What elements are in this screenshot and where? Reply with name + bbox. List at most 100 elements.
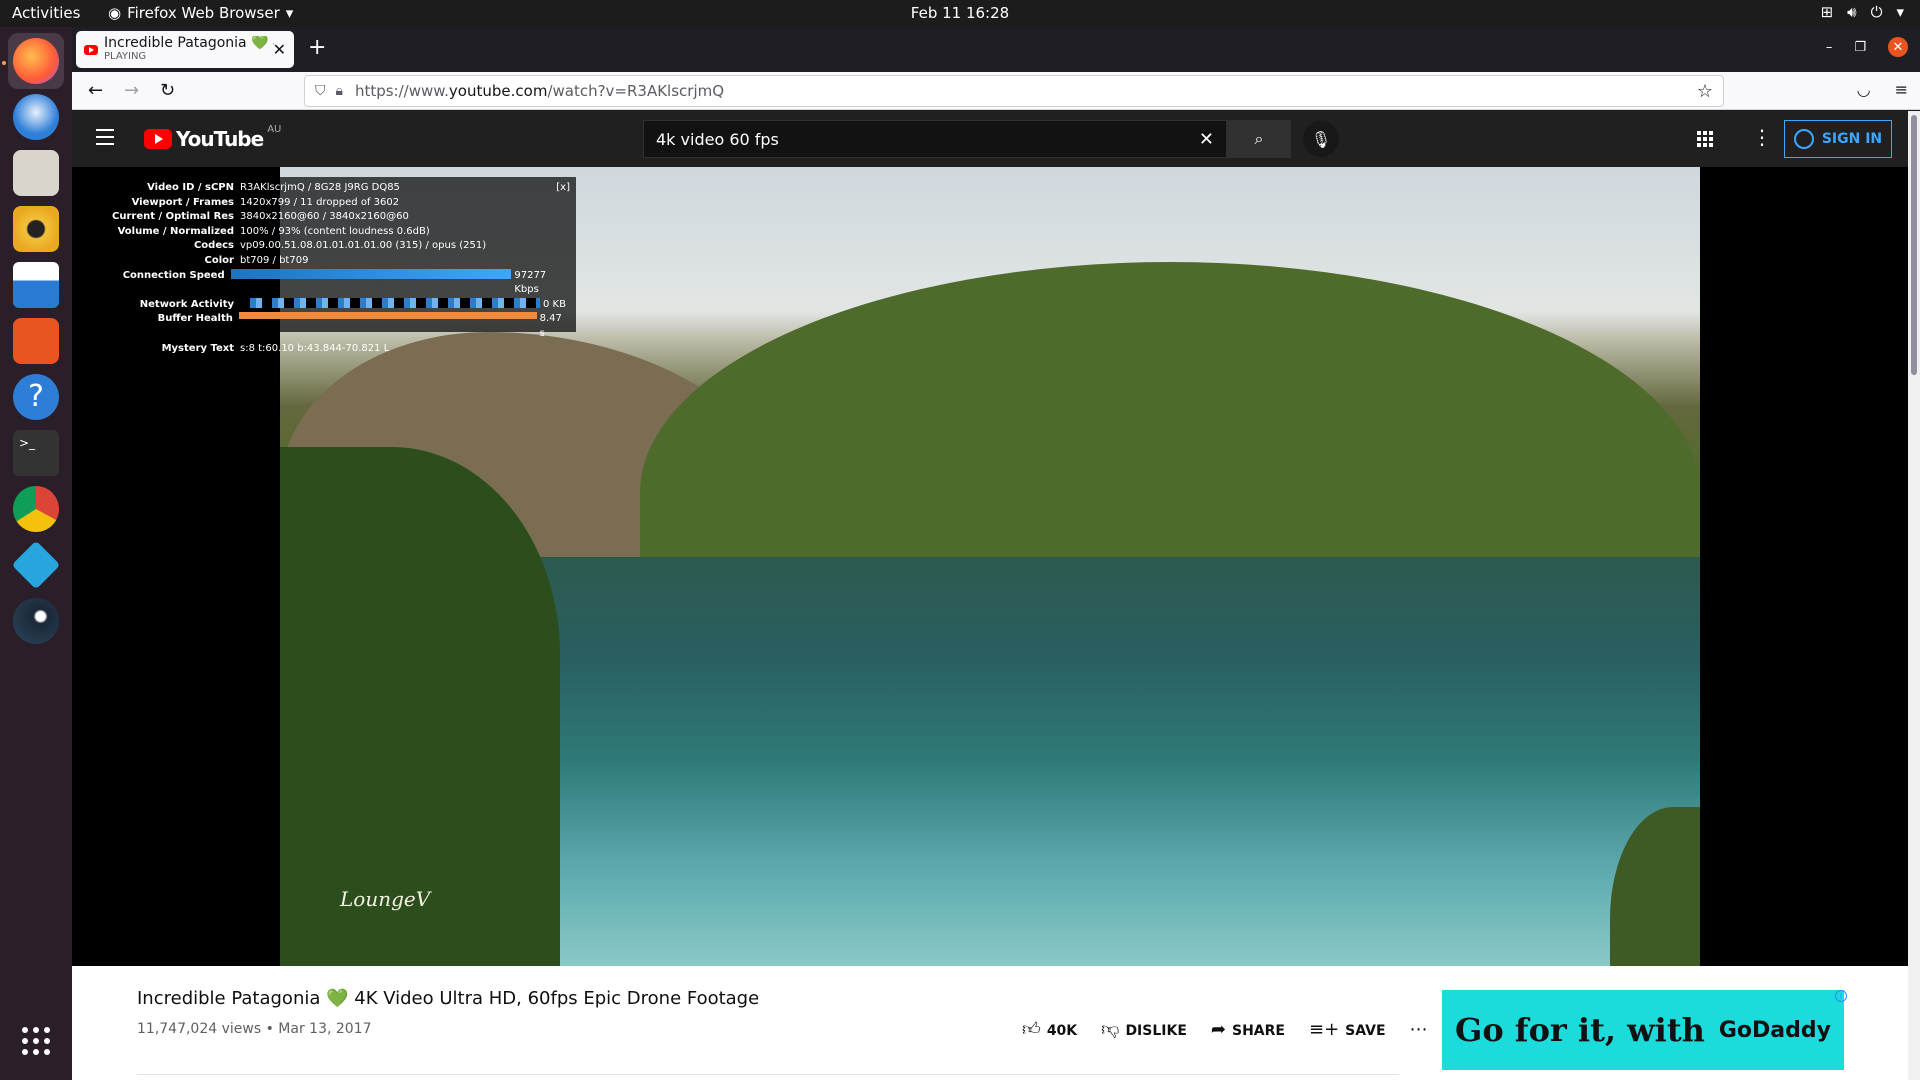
dock-libreoffice-writer[interactable] [8, 257, 64, 313]
lock-icon[interactable]: 🔒︎ [336, 83, 343, 99]
stat-label: Connection Speed [122, 269, 225, 281]
share-label: SHARE [1232, 1022, 1285, 1039]
search-box[interactable]: 4k video 60 fps ✕ [643, 120, 1227, 158]
more-actions-button[interactable]: ⋯ [1410, 1019, 1434, 1040]
stat-value: vp09.00.51.08.01.01.01.01.00 (315) / opu… [240, 240, 487, 252]
video-title: Incredible Patagonia 💚 4K Video Ultra HD… [137, 988, 760, 1009]
dock-chrome[interactable] [8, 481, 64, 537]
ad-brand-logo: GoDaddy [1718, 1017, 1831, 1043]
stat-label: Buffer Health [157, 313, 233, 325]
ad-text: Go for it, with [1454, 1011, 1705, 1049]
clock[interactable]: Feb 11 16:28 [911, 4, 1009, 22]
divider [137, 1074, 1399, 1075]
stat-label: Codecs [193, 240, 234, 252]
video-views-date: 11,747,024 views • Mar 13, 2017 [137, 1021, 372, 1037]
youtube-apps-icon[interactable] [1697, 131, 1713, 147]
activities-button[interactable]: Activities [12, 4, 80, 22]
stat-value: s:8 t:60.10 b:43.844-70.821 L [240, 342, 390, 354]
power-icon: ⏻ [1870, 3, 1883, 21]
app-center-icon [13, 318, 59, 364]
buffer-health-graph [238, 312, 537, 320]
dislike-button[interactable]: 👎︎ DISLIKE [1101, 1018, 1187, 1040]
thumbs-up-icon: 👍︎ [1022, 1019, 1041, 1040]
settings-kebab-icon[interactable]: ⋮ [1752, 125, 1772, 149]
ad-info-icon[interactable]: i [1835, 990, 1847, 1002]
minimize-button[interactable]: – [1826, 40, 1833, 55]
dock: ? >_ [0, 27, 72, 1080]
search-button[interactable]: ⌕ [1227, 120, 1291, 158]
youtube-page: YouTube AU 4k video 60 fps ✕ ⌕ 🎙︎ ⋮ SIGN… [72, 111, 1908, 1080]
video-actions: 👍︎ 40K 👎︎ DISLIKE ➦ SHARE ≡+ SAVE ⋯ [1022, 1018, 1434, 1041]
dock-firefox[interactable] [8, 33, 64, 89]
bookmark-star-icon[interactable]: ☆ [1697, 81, 1713, 102]
microphone-icon: 🎙︎ [1310, 129, 1332, 149]
close-stats-button[interactable]: [x] [556, 181, 570, 196]
dock-kodi[interactable] [8, 537, 64, 593]
thunderbird-icon [13, 94, 59, 140]
dock-thunderbird[interactable] [8, 89, 64, 145]
restore-button[interactable]: ❐ [1854, 40, 1866, 55]
dock-steam[interactable] [8, 593, 64, 649]
grid-icon [22, 1027, 50, 1055]
tracking-protection-shield-icon[interactable]: ⛉ [315, 83, 326, 99]
files-icon [13, 150, 59, 196]
url-text: https://www.youtube.com/watch?v=R3AKlscr… [354, 82, 725, 100]
url-bar[interactable]: ⛉ 🔒︎ https://www.youtube.com/watch?v=R3A… [304, 75, 1724, 107]
search-input[interactable]: 4k video 60 fps [656, 130, 1199, 149]
system-tray[interactable]: ⊞ 🔊︎ ⏻ ▾ [1821, 3, 1904, 21]
like-button[interactable]: 👍︎ 40K [1022, 1018, 1077, 1040]
playlist-add-icon: ≡+ [1308, 1018, 1340, 1040]
reload-button[interactable]: ↻ [160, 80, 175, 101]
video-player[interactable]: LoungeV [x] Video ID / sCPN R3AKlscrjmQ /… [72, 167, 1908, 966]
new-tab-button[interactable]: + [308, 35, 326, 60]
app-menu[interactable]: ◉ Firefox Web Browser ▾ [108, 4, 293, 22]
forward-button[interactable]: → [124, 80, 139, 101]
thumbs-down-icon: 👎︎ [1101, 1019, 1120, 1040]
sign-in-button[interactable]: SIGN IN [1784, 120, 1892, 158]
share-icon: ➦ [1210, 1018, 1226, 1040]
page-scrollbar[interactable] [1908, 111, 1920, 1080]
voice-search-button[interactable]: 🎙︎ [1303, 121, 1339, 157]
close-window-button[interactable]: ✕ [1888, 37, 1908, 57]
steam-icon [13, 598, 59, 644]
dock-files[interactable] [8, 145, 64, 201]
stat-label: Mystery Text [161, 342, 234, 354]
clear-search-icon[interactable]: ✕ [1199, 129, 1214, 150]
rhythmbox-icon [13, 206, 59, 252]
stat-value: 100% / 93% (content loudness 0.6dB) [240, 225, 430, 237]
back-button[interactable]: ← [88, 80, 103, 101]
dock-app-center[interactable] [8, 313, 64, 369]
youtube-logo[interactable]: YouTube AU [144, 124, 281, 151]
show-applications-button[interactable] [8, 1013, 64, 1069]
stat-label: Volume / Normalized [117, 225, 234, 237]
advertisement-banner[interactable]: Go for it, with GoDaddy [1442, 990, 1844, 1070]
stat-value: 1420x799 / 11 dropped of 3602 [240, 196, 400, 208]
youtube-wordmark: YouTube [176, 127, 264, 151]
save-button[interactable]: ≡+ SAVE [1309, 1019, 1386, 1040]
share-button[interactable]: ➦ SHARE [1211, 1019, 1285, 1040]
stat-value: 3840x2160@60 / 3840x2160@60 [240, 211, 409, 223]
kodi-icon [11, 540, 61, 590]
dock-terminal[interactable]: >_ [8, 425, 64, 481]
pocket-icon[interactable]: ◡ [1857, 80, 1871, 99]
stat-value: bt709 / bt709 [240, 254, 309, 266]
tab-youtube[interactable]: Incredible Patagonia 💚 4 PLAYING ✕ [76, 31, 294, 68]
connection-speed-graph [230, 268, 512, 279]
stats-for-nerds-panel: [x] Video ID / sCPN R3AKlscrjmQ / 8G28 J9… [82, 177, 576, 354]
dock-help[interactable]: ? [8, 369, 64, 425]
scrollbar-thumb[interactable] [1911, 115, 1917, 375]
more-horizontal-icon: ⋯ [1409, 1018, 1428, 1040]
guide-menu-icon[interactable] [96, 129, 114, 150]
video-info-section: Incredible Patagonia 💚 4K Video Ultra HD… [72, 966, 1908, 1080]
save-label: SAVE [1345, 1022, 1386, 1039]
tab-playing-status: PLAYING [104, 51, 147, 62]
dislike-label: DISLIKE [1125, 1023, 1187, 1039]
writer-icon [13, 262, 59, 308]
dock-rhythmbox[interactable] [8, 201, 64, 257]
stat-label: Network Activity [139, 298, 234, 310]
close-tab-icon[interactable]: ✕ [273, 40, 286, 59]
sign-in-label: SIGN IN [1821, 131, 1883, 147]
firefox-icon [13, 38, 59, 84]
stat-value: 97277 Kbps [514, 269, 547, 296]
app-menu-hamburger-icon[interactable]: ≡ [1895, 80, 1908, 99]
